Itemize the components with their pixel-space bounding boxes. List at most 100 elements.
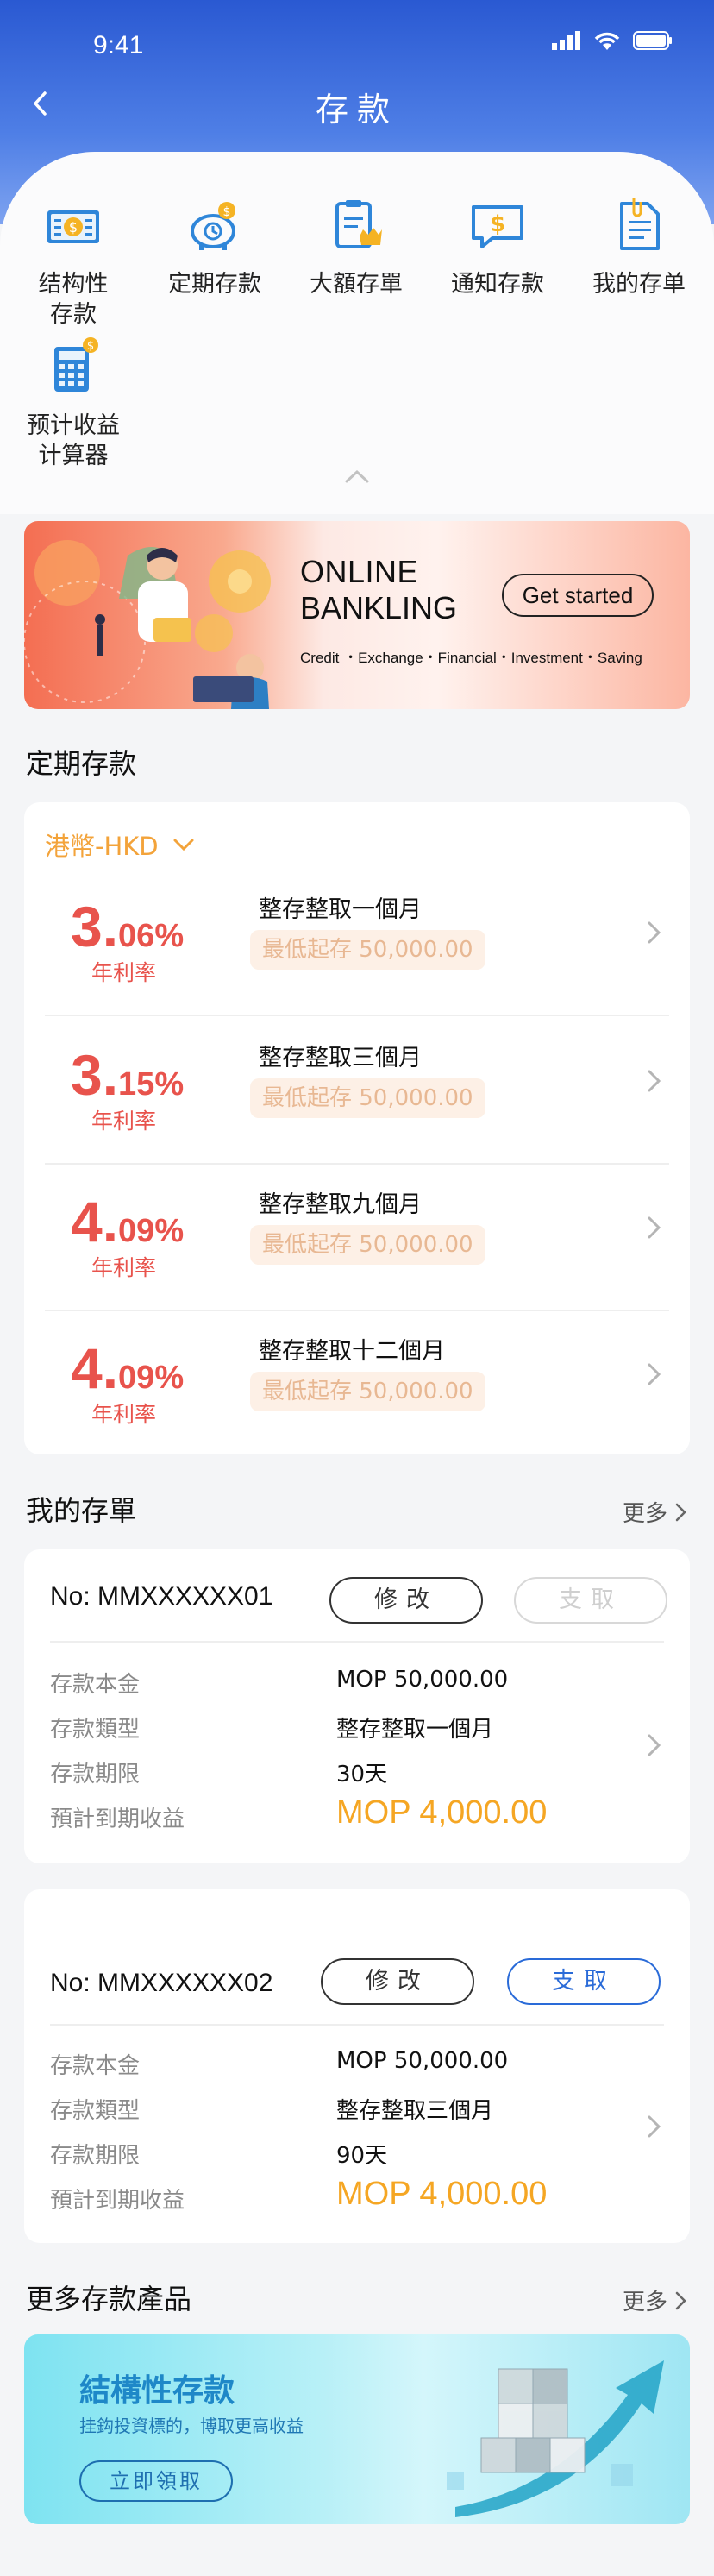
chevron-right-icon (648, 921, 661, 944)
section-title-fixed-deposit: 定期存款 (26, 747, 137, 780)
collapse-chevron-up-icon[interactable] (341, 466, 373, 487)
menu-item-large-deposit[interactable]: 大額存單 (291, 195, 421, 299)
order-number: No: MMXXXXXX01 (50, 1582, 273, 1611)
currency-selector[interactable]: 港幣-HKD (45, 826, 195, 863)
quick-menu-panel: $ 结构性 存款 $ 定期存款 大額存單 $ 通知存款 我的存单 $ 预计收益 … (0, 152, 714, 514)
order-divider (50, 1641, 664, 1643)
modify-button[interactable]: 修改 (329, 1577, 483, 1624)
min-deposit-badge: 最低起存 50,000.00 (250, 930, 485, 970)
chevron-down-icon (173, 839, 194, 851)
deposit-order-card[interactable]: No: MMXXXXXX02 修改 支取 存款本金 MOP 50,000.00 … (24, 1889, 690, 2243)
more-label: 更多 (622, 2290, 667, 2315)
deposit-type-label: 存款類型 (50, 1717, 141, 1743)
status-icons (552, 31, 673, 50)
nav-bar: 存款 (0, 78, 714, 133)
product-name: 整存整取十二個月 (259, 1338, 445, 1365)
min-deposit-badge: 最低起存 50,000.00 (250, 1078, 485, 1118)
principal-value: MOP 50,000.00 (336, 1667, 509, 1693)
deposit-order-card[interactable]: No: MMXXXXXX01 修改 支取 存款本金 MOP 50,000.00 … (24, 1549, 690, 1863)
menu-item-label: 定期存款 (168, 271, 261, 298)
my-orders-more-link[interactable]: 更多 (623, 1496, 688, 1528)
interest-rate-label: 年利率 (91, 1255, 157, 1280)
interest-rate-value: 4.09% (71, 1336, 185, 1400)
svg-text:$: $ (223, 205, 231, 219)
chat-dollar-icon: $ (472, 205, 523, 248)
deposit-term-value: 90天 (336, 2143, 388, 2169)
promo-subtitle: 挂鈎投資標的，博取更高收益 (79, 2416, 304, 2436)
chevron-right-icon (675, 2291, 686, 2309)
signal-icon (552, 31, 580, 50)
menu-item-fixed-deposit[interactable]: $ 定期存款 (150, 195, 279, 299)
more-products-link[interactable]: 更多 (623, 2284, 688, 2316)
more-label: 更多 (622, 1501, 667, 1527)
page-title: 存款 (315, 91, 398, 129)
banner-title-line1: ONLINE (300, 554, 419, 589)
wifi-icon (594, 32, 620, 50)
principal-value: MOP 50,000.00 (336, 2048, 509, 2074)
order-divider (50, 2024, 664, 2026)
banner-title-line2: BANKLING (300, 590, 458, 625)
withdraw-button[interactable]: 支取 (507, 1958, 661, 2005)
cubes-growth-illustration (447, 2360, 664, 2517)
battery-icon (633, 31, 672, 50)
deposit-term-label: 存款期限 (50, 2143, 141, 2169)
status-bar: 9:41 (0, 0, 714, 86)
interest-rate-value: 4.09% (71, 1190, 185, 1253)
banner-subtitle: Credit ・Exchange・Financial・Investment・Sa… (300, 650, 642, 666)
get-started-button[interactable]: Get started (502, 574, 654, 617)
interest-rate-value: 3.06% (71, 895, 185, 958)
section-title-my-orders: 我的存單 (26, 1494, 137, 1527)
deposit-type-label: 存款類型 (50, 2098, 141, 2124)
product-name: 整存整取一個月 (259, 896, 422, 923)
menu-item-label: 预计收益 计算器 (27, 412, 120, 469)
menu-item-label: 大額存單 (310, 271, 403, 298)
menu-item-my-deposits[interactable]: 我的存单 (574, 195, 704, 299)
deposit-product-row[interactable]: 4.09% 年利率 整存整取十二個月 最低起存 50,000.00 (45, 1311, 669, 1458)
promo-banner-online-banking[interactable]: ONLINE BANKLING Get started Credit ・Exch… (24, 521, 690, 709)
status-time: 9:41 (93, 31, 144, 60)
min-deposit-badge: 最低起存 50,000.00 (250, 1225, 485, 1265)
interest-rate-label: 年利率 (91, 960, 157, 985)
chevron-right-icon (648, 1070, 661, 1092)
svg-text:$: $ (490, 211, 505, 237)
chevron-right-icon (648, 1216, 661, 1239)
calculator-icon: $ (54, 337, 98, 392)
banner-illustration (24, 540, 271, 709)
crown-document-icon (335, 200, 382, 248)
menu-item-notice-deposit[interactable]: $ 通知存款 (433, 195, 562, 299)
deposit-type-value: 整存整取三個月 (336, 2098, 494, 2124)
expected-yield-label: 預計到期收益 (50, 2188, 185, 2214)
chevron-right-icon (648, 1363, 661, 1385)
piggy-clock-icon: $ (191, 202, 235, 250)
deposit-product-row[interactable]: 3.06% 年利率 整存整取一個月 最低起存 50,000.00 (45, 870, 669, 1016)
expected-yield-value: MOP 4,000.00 (336, 1794, 548, 1831)
product-name: 整存整取三個月 (259, 1045, 422, 1071)
deposit-product-row[interactable]: 4.09% 年利率 整存整取九個月 最低起存 50,000.00 (45, 1165, 669, 1311)
section-title-more-products: 更多存款產品 (26, 2283, 192, 2315)
menu-item-yield-calculator[interactable]: $ 预计收益 计算器 (9, 336, 138, 471)
claim-now-button[interactable]: 立即領取 (79, 2460, 233, 2502)
menu-item-label: 结构性 存款 (38, 271, 109, 328)
interest-rate-value: 3.15% (71, 1043, 185, 1107)
deposit-product-row[interactable]: 3.15% 年利率 整存整取三個月 最低起存 50,000.00 (45, 1018, 669, 1165)
menu-item-structured-deposit[interactable]: $ 结构性 存款 (9, 195, 138, 330)
chevron-right-icon (648, 2115, 661, 2138)
deposit-type-value: 整存整取一個月 (336, 1717, 494, 1743)
order-number: No: MMXXXXXX02 (50, 1969, 273, 1997)
menu-item-label: 通知存款 (451, 271, 544, 298)
expected-yield-label: 預計到期收益 (50, 1806, 185, 1832)
interest-rate-label: 年利率 (91, 1109, 157, 1134)
deposit-term-label: 存款期限 (50, 1762, 141, 1787)
expected-yield-value: MOP 4,000.00 (336, 2176, 548, 2212)
svg-text:$: $ (69, 219, 78, 236)
modify-button[interactable]: 修改 (321, 1958, 474, 2005)
interest-rate-label: 年利率 (91, 1402, 157, 1427)
chevron-right-icon (675, 1503, 686, 1521)
svg-text:$: $ (87, 340, 94, 353)
min-deposit-badge: 最低起存 50,000.00 (250, 1372, 485, 1411)
structured-deposit-promo-card[interactable]: 結構性存款 挂鈎投資標的，博取更高收益 立即領取 (24, 2334, 690, 2524)
deposit-term-value: 30天 (336, 1762, 388, 1787)
principal-label: 存款本金 (50, 1672, 141, 1698)
chevron-right-icon (648, 1734, 661, 1756)
promo-title: 結構性存款 (79, 2373, 235, 2409)
